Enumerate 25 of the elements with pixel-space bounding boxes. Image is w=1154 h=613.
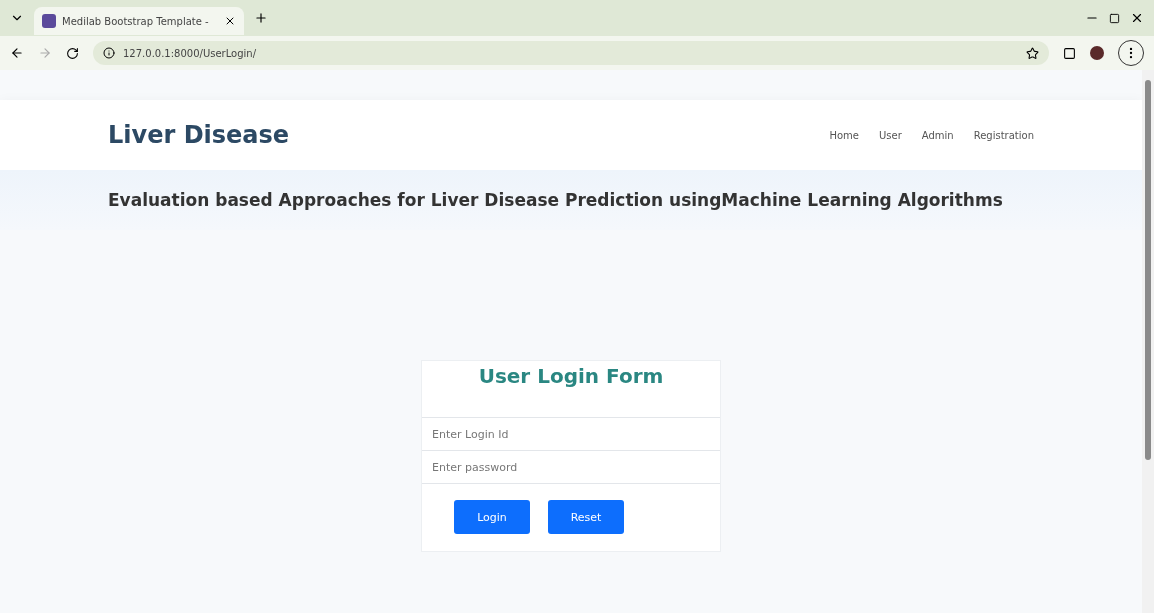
address-bar[interactable]: 127.0.0.1:8000/UserLogin/ — [93, 41, 1049, 65]
site-info-icon[interactable] — [103, 47, 115, 59]
close-icon[interactable] — [224, 15, 236, 27]
profile-avatar[interactable] — [1090, 46, 1104, 60]
new-tab-icon[interactable] — [254, 11, 268, 25]
reload-icon[interactable] — [66, 46, 79, 60]
nav-link[interactable]: User — [879, 129, 902, 141]
nav-link[interactable]: Admin — [921, 129, 954, 141]
page-title: Evaluation based Approaches for Liver Disease Prediction usingMachine Learning Algorithms — [108, 190, 1003, 210]
tab-title: Medilab Bootstrap Template - — [62, 15, 210, 27]
restore-icon[interactable] — [1109, 12, 1120, 24]
form-title: User Login Form — [477, 363, 665, 390]
favicon-icon — [42, 14, 56, 28]
form-button[interactable]: Login — [454, 500, 530, 534]
nav-link[interactable]: Home — [829, 129, 859, 141]
nav-link[interactable]: Registration — [973, 129, 1034, 141]
browser-tab[interactable]: Medilab Bootstrap Template - — [34, 7, 244, 35]
bookmark-star-icon[interactable] — [1026, 46, 1039, 60]
site-logo[interactable]: Liver Disease — [108, 121, 290, 149]
form-button[interactable]: Reset — [548, 500, 624, 534]
close-icon[interactable] — [1130, 11, 1144, 25]
scrollbar[interactable] — [1142, 70, 1154, 613]
url-text: 127.0.0.1:8000/UserLogin/ — [123, 47, 257, 59]
extensions-icon[interactable] — [1063, 46, 1076, 60]
back-icon[interactable] — [10, 46, 24, 60]
